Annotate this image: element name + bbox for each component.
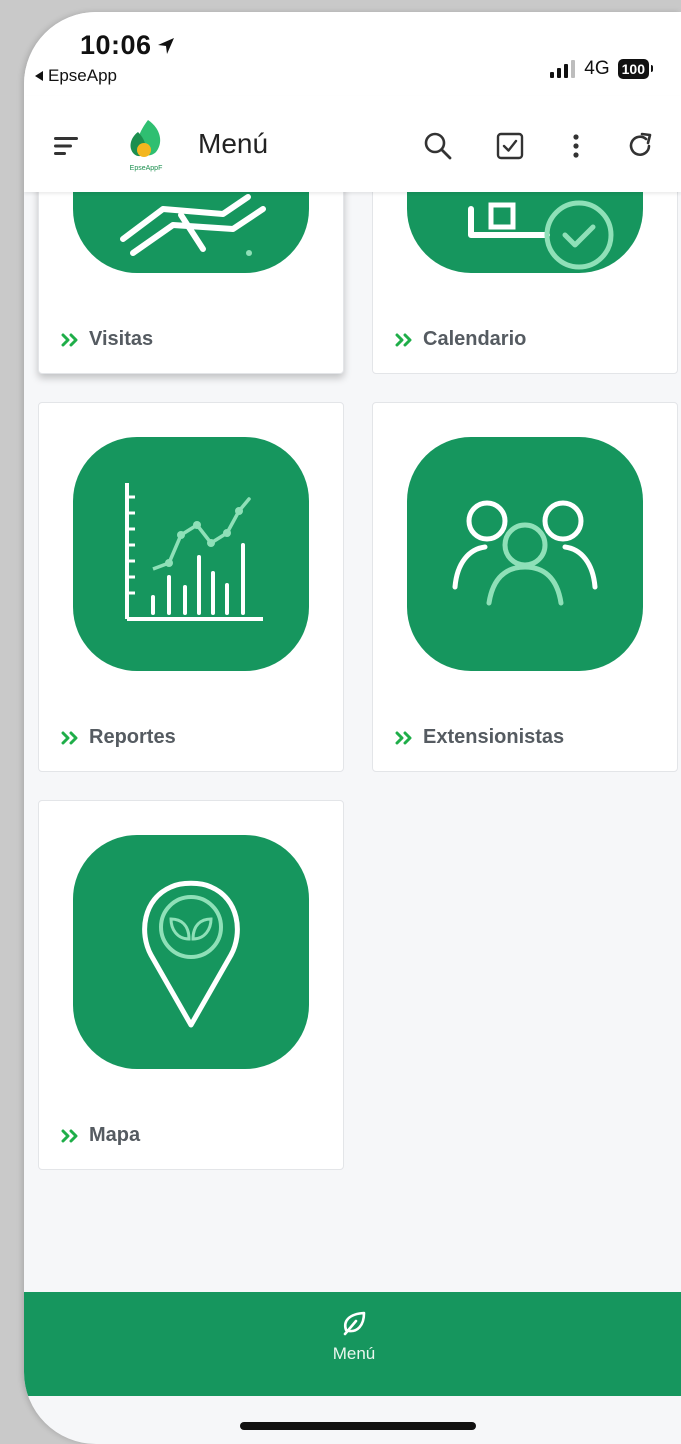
reportes-label-text: Reportes	[89, 726, 176, 748]
calendario-label-text: Calendario	[423, 328, 527, 350]
phone-screen: 10:06 EpseApp 4G 100 EpseAppF Menú Visit…	[24, 12, 681, 1444]
refresh-icon[interactable]	[624, 130, 656, 162]
bar-chart-icon	[125, 483, 263, 621]
double-chevron-icon	[61, 1129, 78, 1142]
bottom-nav-menu-label: Menú	[332, 1344, 376, 1363]
mapa-label: Mapa	[61, 1124, 140, 1147]
double-chevron-icon	[395, 333, 412, 346]
page-title: Menú	[198, 128, 269, 159]
calendario-label: Calendario	[395, 328, 526, 351]
status-bar: 10:06 EpseApp 4G 100	[24, 12, 681, 96]
search-icon[interactable]	[422, 130, 454, 162]
back-triangle-icon	[35, 71, 43, 81]
mapa-tile	[73, 835, 309, 1069]
users-group-icon	[452, 500, 598, 606]
extensionistas-label: Extensionistas	[395, 726, 564, 749]
menu-card-extensionistas[interactable]: Extensionistas	[372, 402, 678, 772]
more-vert-icon[interactable]	[560, 130, 592, 162]
status-indicators: 4G 100	[550, 58, 654, 80]
double-chevron-icon	[395, 731, 412, 744]
epseapp-logo: EpseAppF	[130, 120, 163, 172]
back-app-label: EpseApp	[48, 66, 117, 85]
hamburger-menu-icon[interactable]	[52, 132, 80, 160]
extensionistas-label-text: Extensionistas	[423, 726, 565, 748]
double-chevron-icon	[61, 731, 78, 744]
reportes-tile	[73, 437, 309, 671]
location-arrow-icon	[157, 37, 174, 54]
reportes-label: Reportes	[61, 726, 176, 749]
status-time: 10:06	[80, 30, 176, 61]
back-to-app-link[interactable]: EpseApp	[34, 66, 117, 86]
app-bar: EpseAppF Menú	[24, 96, 681, 192]
menu-card-mapa[interactable]: Mapa	[38, 800, 344, 1170]
network-type: 4G	[584, 58, 610, 79]
signal-icon	[550, 60, 576, 78]
bottom-navigation: Menú	[24, 1292, 681, 1396]
visitas-label-text: Visitas	[89, 328, 154, 350]
logo-text: EpseAppF	[130, 165, 163, 172]
visitas-label: Visitas	[61, 328, 153, 351]
battery-indicator: 100	[617, 59, 654, 79]
checkbox-icon[interactable]	[494, 130, 526, 162]
status-time-text: 10:06	[80, 30, 152, 60]
extensionistas-tile	[407, 437, 643, 671]
double-chevron-icon	[61, 333, 78, 346]
mapa-label-text: Mapa	[89, 1124, 141, 1146]
bottom-nav-menu[interactable]: Menú	[314, 1308, 394, 1384]
leaf-icon	[343, 1311, 366, 1336]
menu-card-reportes[interactable]: Reportes	[38, 402, 344, 772]
map-pin-leaf-icon	[142, 880, 240, 1028]
home-indicator[interactable]	[240, 1422, 476, 1430]
